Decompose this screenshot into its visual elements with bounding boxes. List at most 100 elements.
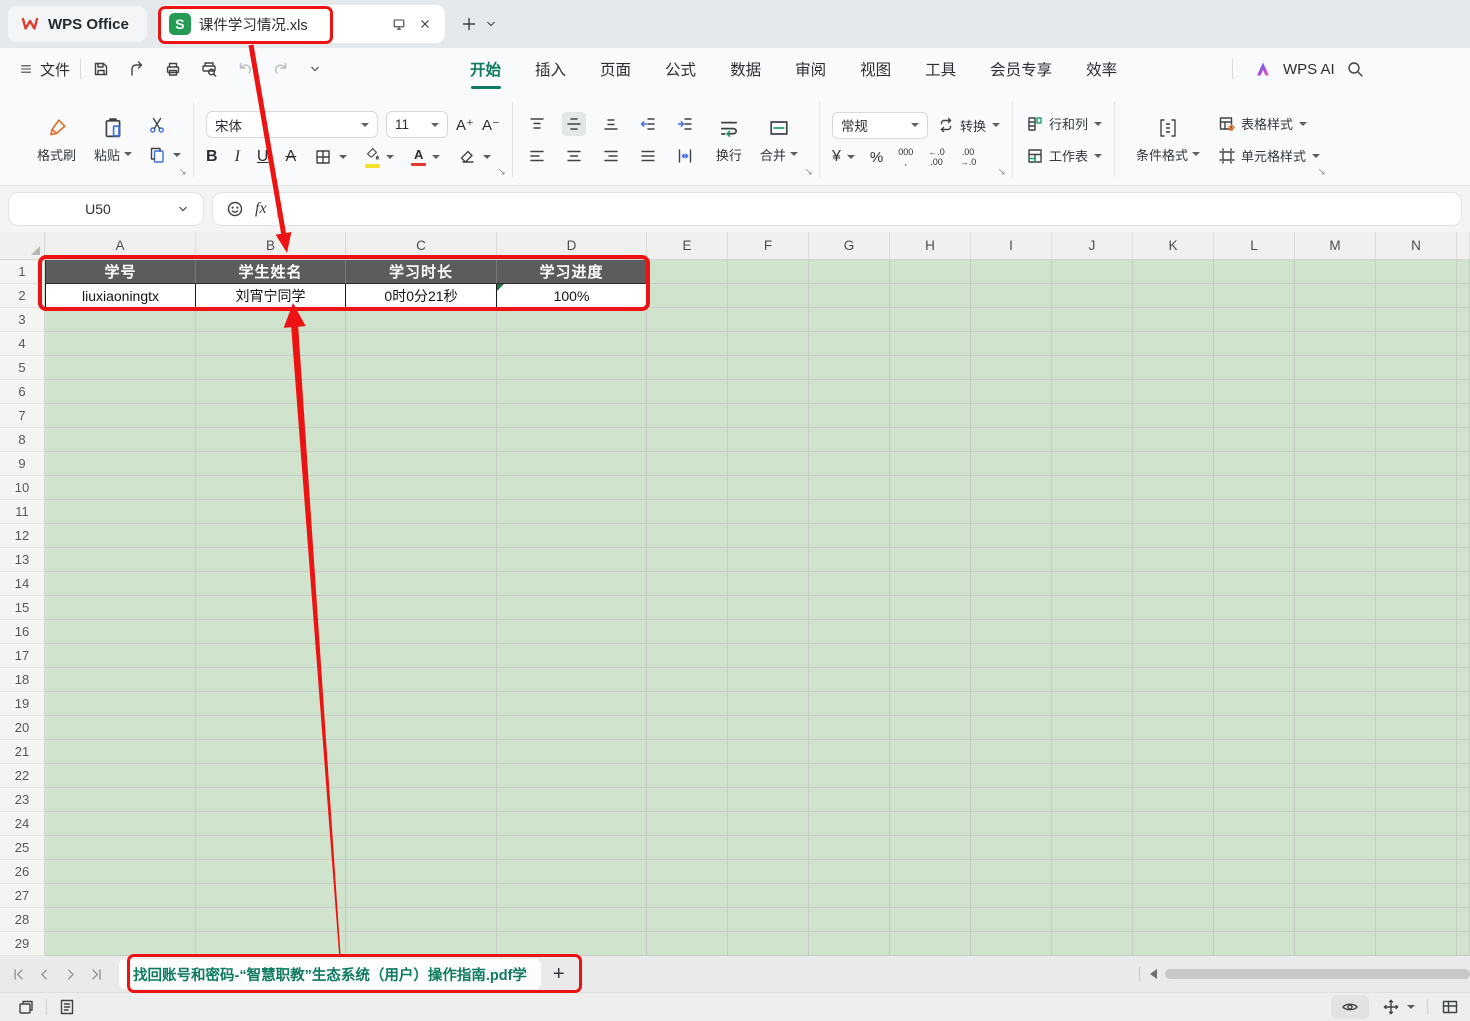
- cell-H22[interactable]: [890, 764, 971, 788]
- cell-I6[interactable]: [971, 380, 1052, 404]
- cell-N13[interactable]: [1376, 548, 1457, 572]
- fill-color-chevron[interactable]: [386, 155, 394, 159]
- cell-A16[interactable]: [45, 620, 196, 644]
- cell-F17[interactable]: [728, 644, 809, 668]
- row-header-13[interactable]: 13: [0, 548, 45, 572]
- cell-partial[interactable]: [1457, 548, 1470, 572]
- cell-E6[interactable]: [647, 380, 728, 404]
- cell-E24[interactable]: [647, 812, 728, 836]
- row-header-18[interactable]: 18: [0, 668, 45, 692]
- cell-A23[interactable]: [45, 788, 196, 812]
- cell-M19[interactable]: [1295, 692, 1376, 716]
- document-outline-icon[interactable]: [57, 997, 77, 1017]
- cell-A12[interactable]: [45, 524, 196, 548]
- number-format-select[interactable]: 常规: [832, 112, 928, 139]
- cell-partial[interactable]: [1457, 620, 1470, 644]
- cell-partial[interactable]: [1457, 452, 1470, 476]
- row-header-7[interactable]: 7: [0, 404, 45, 428]
- cell-B15[interactable]: [196, 596, 346, 620]
- cell-J10[interactable]: [1052, 476, 1133, 500]
- row-header-19[interactable]: 19: [0, 692, 45, 716]
- cell-G5[interactable]: [809, 356, 890, 380]
- cell-K15[interactable]: [1133, 596, 1214, 620]
- cell-N20[interactable]: [1376, 716, 1457, 740]
- cell-D29[interactable]: [497, 932, 647, 956]
- table-header-A1[interactable]: 学号: [45, 260, 196, 284]
- cell-M13[interactable]: [1295, 548, 1376, 572]
- cell-D22[interactable]: [497, 764, 647, 788]
- cell-F3[interactable]: [728, 308, 809, 332]
- cell-B16[interactable]: [196, 620, 346, 644]
- cell-G3[interactable]: [809, 308, 890, 332]
- italic-button[interactable]: I: [235, 149, 240, 165]
- cell-I17[interactable]: [971, 644, 1052, 668]
- cell-G2[interactable]: [809, 284, 890, 308]
- cell-G11[interactable]: [809, 500, 890, 524]
- clear-format-icon[interactable]: [457, 147, 477, 167]
- cell-H11[interactable]: [890, 500, 971, 524]
- cell-L23[interactable]: [1214, 788, 1295, 812]
- cell-N29[interactable]: [1376, 932, 1457, 956]
- cell-M23[interactable]: [1295, 788, 1376, 812]
- column-header-E[interactable]: E: [647, 232, 728, 259]
- menu-tab-工具[interactable]: 工具: [925, 58, 956, 80]
- cell-L10[interactable]: [1214, 476, 1295, 500]
- cell-D3[interactable]: [497, 308, 647, 332]
- cell-G4[interactable]: [809, 332, 890, 356]
- cell-F9[interactable]: [728, 452, 809, 476]
- cell-K13[interactable]: [1133, 548, 1214, 572]
- cell-J21[interactable]: [1052, 740, 1133, 764]
- cell-G16[interactable]: [809, 620, 890, 644]
- menu-tab-插入[interactable]: 插入: [535, 58, 566, 80]
- cell-B27[interactable]: [196, 884, 346, 908]
- cell-M29[interactable]: [1295, 932, 1376, 956]
- cell-I29[interactable]: [971, 932, 1052, 956]
- cell-K10[interactable]: [1133, 476, 1214, 500]
- text-orientation-button[interactable]: [673, 144, 697, 168]
- font-name-select[interactable]: 宋体: [206, 111, 378, 138]
- quickbar-more-chevron-icon[interactable]: [307, 61, 323, 77]
- cell-H17[interactable]: [890, 644, 971, 668]
- row-header-17[interactable]: 17: [0, 644, 45, 668]
- align-right-button[interactable]: [599, 144, 623, 168]
- cell-partial[interactable]: [1457, 836, 1470, 860]
- pan-view-button[interactable]: [1381, 997, 1415, 1017]
- cell-H3[interactable]: [890, 308, 971, 332]
- cell-C23[interactable]: [346, 788, 497, 812]
- cell-J25[interactable]: [1052, 836, 1133, 860]
- cell-A27[interactable]: [45, 884, 196, 908]
- row-header-15[interactable]: 15: [0, 596, 45, 620]
- cell-N24[interactable]: [1376, 812, 1457, 836]
- insert-function-fx[interactable]: fx: [255, 200, 267, 218]
- row-header-8[interactable]: 8: [0, 428, 45, 452]
- cell-J6[interactable]: [1052, 380, 1133, 404]
- first-sheet-icon[interactable]: [10, 966, 27, 983]
- cell-F26[interactable]: [728, 860, 809, 884]
- print-icon[interactable]: [163, 59, 183, 79]
- cell-D14[interactable]: [497, 572, 647, 596]
- cell-F23[interactable]: [728, 788, 809, 812]
- cell-I11[interactable]: [971, 500, 1052, 524]
- cell-A19[interactable]: [45, 692, 196, 716]
- cell-J20[interactable]: [1052, 716, 1133, 740]
- decrease-font-button[interactable]: A⁻: [482, 116, 500, 134]
- conditional-format-button[interactable]: 条件格式: [1127, 112, 1209, 168]
- new-tab-plus-icon[interactable]: [459, 14, 479, 34]
- cell-partial[interactable]: [1457, 500, 1470, 524]
- cell-F4[interactable]: [728, 332, 809, 356]
- cell-J24[interactable]: [1052, 812, 1133, 836]
- cell-F22[interactable]: [728, 764, 809, 788]
- cell-E21[interactable]: [647, 740, 728, 764]
- cell-C15[interactable]: [346, 596, 497, 620]
- cell-D23[interactable]: [497, 788, 647, 812]
- cell-H27[interactable]: [890, 884, 971, 908]
- cell-F15[interactable]: [728, 596, 809, 620]
- cell-A13[interactable]: [45, 548, 196, 572]
- increase-decimal-button[interactable]: .00→.0: [960, 147, 977, 168]
- active-sheet-tab[interactable]: 找回账号和密码-“智慧职教”生态系统（用户）操作指南.pdf学: [119, 959, 541, 989]
- cell-B26[interactable]: [196, 860, 346, 884]
- cell-C3[interactable]: [346, 308, 497, 332]
- cell-N4[interactable]: [1376, 332, 1457, 356]
- cell-N18[interactable]: [1376, 668, 1457, 692]
- cell-C24[interactable]: [346, 812, 497, 836]
